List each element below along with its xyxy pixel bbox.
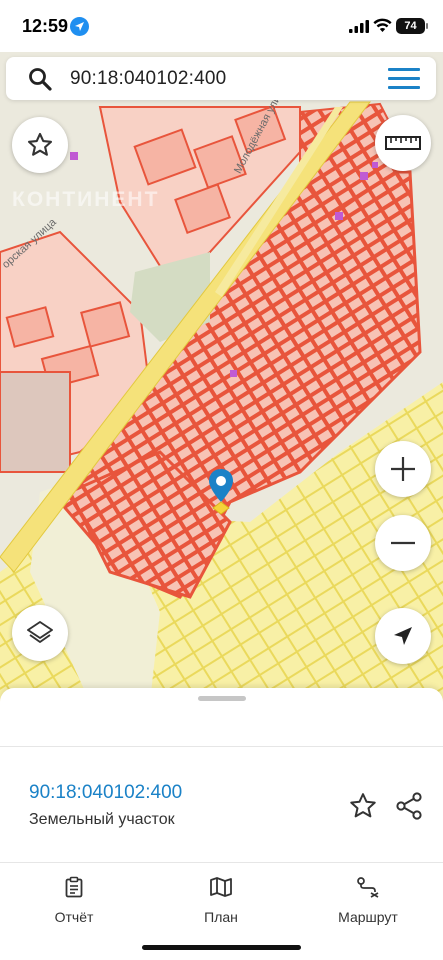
divider (0, 746, 443, 747)
star-icon (27, 132, 53, 156)
status-bar: 12:59 74 (0, 0, 443, 52)
location-arrow-icon (70, 17, 89, 36)
location-pin-icon[interactable] (207, 468, 235, 516)
nav-plan-label: План (204, 909, 238, 925)
plus-icon (391, 457, 415, 481)
ruler-icon (385, 136, 421, 150)
favorite-button[interactable] (12, 117, 68, 173)
route-icon (357, 877, 379, 898)
hamburger-menu-icon[interactable] (388, 68, 420, 90)
map-watermark: КОНТИНЕНТ (12, 188, 160, 211)
search-bar[interactable]: 90:18:040102:400 (6, 57, 436, 100)
zoom-in-button[interactable] (375, 441, 431, 497)
status-time: 12:59 (22, 16, 69, 36)
nav-report[interactable]: Отчёт (24, 876, 124, 925)
nav-route-label: Маршрут (338, 909, 398, 925)
measure-button[interactable] (375, 115, 431, 171)
report-clipboard-icon (65, 876, 83, 898)
cellular-signal-icon (349, 20, 369, 33)
battery-indicator: 74 (396, 18, 428, 34)
navigation-arrow-icon (394, 627, 412, 645)
search-input[interactable]: 90:18:040102:400 (70, 68, 226, 90)
parcel-type-label: Земельный участок (29, 811, 175, 828)
nav-plan[interactable]: План (171, 876, 271, 925)
map-icon (210, 877, 232, 897)
layers-icon (27, 621, 53, 643)
home-indicator[interactable] (142, 945, 301, 950)
zoom-out-button[interactable] (375, 515, 431, 571)
layers-button[interactable] (12, 605, 68, 661)
nav-report-label: Отчёт (54, 909, 94, 925)
sheet-drag-handle[interactable] (198, 696, 246, 701)
wifi-icon (373, 18, 392, 32)
parcel-cadastral-number[interactable]: 90:18:040102:400 (29, 782, 182, 804)
star-icon[interactable] (348, 791, 378, 821)
minus-icon (391, 541, 415, 545)
nav-route[interactable]: Маршрут (318, 876, 418, 925)
divider (0, 862, 443, 863)
share-icon[interactable] (394, 791, 424, 821)
locate-me-button[interactable] (375, 608, 431, 664)
search-icon[interactable] (28, 67, 52, 91)
